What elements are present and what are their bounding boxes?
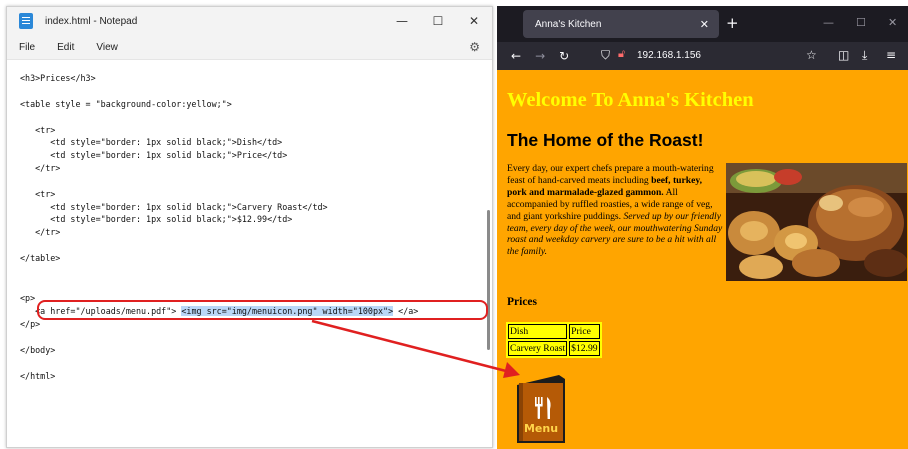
- code-line: </tr>: [20, 163, 61, 173]
- menu-file[interactable]: File: [19, 42, 35, 53]
- new-tab-button[interactable]: +: [726, 14, 739, 32]
- code-line: <h3>Prices</h3>: [20, 73, 96, 83]
- browser-maximize-button[interactable]: ☐: [856, 16, 866, 29]
- code-line: <tr>: [20, 189, 56, 199]
- insecure-lock-icon[interactable]: 🔓︎: [618, 47, 625, 61]
- roast-dinner-photo: [726, 163, 907, 281]
- code-line: <table style = "background-color:yellow;…: [20, 99, 232, 109]
- tab-annas-kitchen[interactable]: Anna's Kitchen ✕: [523, 10, 719, 38]
- highlight-annotation-box: [37, 300, 488, 320]
- vertical-scrollbar[interactable]: [487, 210, 490, 350]
- table-cell-price: $12.99: [569, 341, 600, 356]
- reload-icon[interactable]: ↻: [559, 49, 569, 63]
- notepad-text-area[interactable]: <h3>Prices</h3> <table style = "backgrou…: [7, 60, 492, 447]
- browser-close-button[interactable]: ✕: [888, 16, 897, 29]
- page-subheading: The Home of the Roast!: [507, 130, 704, 150]
- notepad-titlebar: index.html - Notepad — ☐ ✕: [7, 7, 492, 35]
- notepad-menubar: File Edit View ⚙: [7, 35, 492, 60]
- web-page: Welcome To Anna's Kitchen The Home of th…: [497, 70, 908, 449]
- bookmark-star-icon[interactable]: ☆: [806, 48, 817, 62]
- pocket-icon[interactable]: ◫: [838, 48, 849, 62]
- code-line: <td style="border: 1px solid black;">Car…: [20, 202, 328, 212]
- notepad-app-icon: [19, 13, 33, 29]
- menu-link-icon[interactable]: Menu: [517, 375, 565, 443]
- code-line: <tr>: [20, 125, 56, 135]
- code-line: <td style="border: 1px solid black;">Pri…: [20, 150, 288, 160]
- table-header-price: Price: [569, 324, 600, 339]
- menu-icon-label: Menu: [524, 422, 558, 435]
- close-button[interactable]: ✕: [456, 7, 492, 35]
- menu-view[interactable]: View: [96, 42, 118, 53]
- firefox-window: Anna's Kitchen ✕ + — ☐ ✕ ← → ↻ ⛉ 🔓︎ 192.…: [497, 6, 908, 449]
- browser-minimize-button[interactable]: —: [823, 16, 834, 29]
- forward-arrow-icon[interactable]: →: [535, 49, 545, 63]
- tab-close-icon[interactable]: ✕: [700, 18, 709, 31]
- code-line: <td style="border: 1px solid black;">Dis…: [20, 137, 283, 147]
- intro-paragraph: Every day, our expert chefs prepare a mo…: [507, 163, 723, 258]
- code-line: </p>: [20, 319, 41, 329]
- tab-title: Anna's Kitchen: [535, 18, 602, 30]
- price-table: Dish Price Carvery Roast $12.99: [506, 322, 602, 358]
- maximize-button[interactable]: ☐: [420, 7, 456, 35]
- table-cell-dish: Carvery Roast: [508, 341, 568, 356]
- tab-bar: Anna's Kitchen ✕ + — ☐ ✕: [497, 6, 908, 42]
- notepad-window: index.html - Notepad — ☐ ✕ File Edit Vie…: [6, 6, 493, 448]
- shield-icon[interactable]: ⛉: [601, 48, 610, 63]
- menu-edit[interactable]: Edit: [57, 42, 74, 53]
- notepad-title: index.html - Notepad: [45, 15, 138, 27]
- url-bar[interactable]: 192.168.1.156: [637, 50, 701, 61]
- code-line: </body>: [20, 345, 56, 355]
- nav-bar: ← → ↻ ⛉ 🔓︎ 192.168.1.156 ☆ ◫ ⤓ ≡: [497, 42, 908, 70]
- page-heading: Welcome To Anna's Kitchen: [507, 89, 754, 111]
- prices-heading: Prices: [507, 296, 538, 308]
- code-line: <p>: [20, 293, 36, 303]
- download-icon[interactable]: ⤓: [862, 48, 867, 63]
- code-line: </tr>: [20, 227, 61, 237]
- code-line: </html>: [20, 371, 56, 381]
- table-header-dish: Dish: [508, 324, 568, 339]
- table-row: Carvery Roast $12.99: [508, 341, 600, 356]
- code-line: <td style="border: 1px solid black;">$12…: [20, 214, 293, 224]
- code-line: </table>: [20, 253, 61, 263]
- back-arrow-icon[interactable]: ←: [511, 49, 521, 63]
- minimize-button[interactable]: —: [384, 7, 420, 35]
- hamburger-menu-icon[interactable]: ≡: [886, 48, 896, 62]
- settings-gear-icon[interactable]: ⚙: [469, 40, 480, 54]
- table-row: Dish Price: [508, 324, 600, 339]
